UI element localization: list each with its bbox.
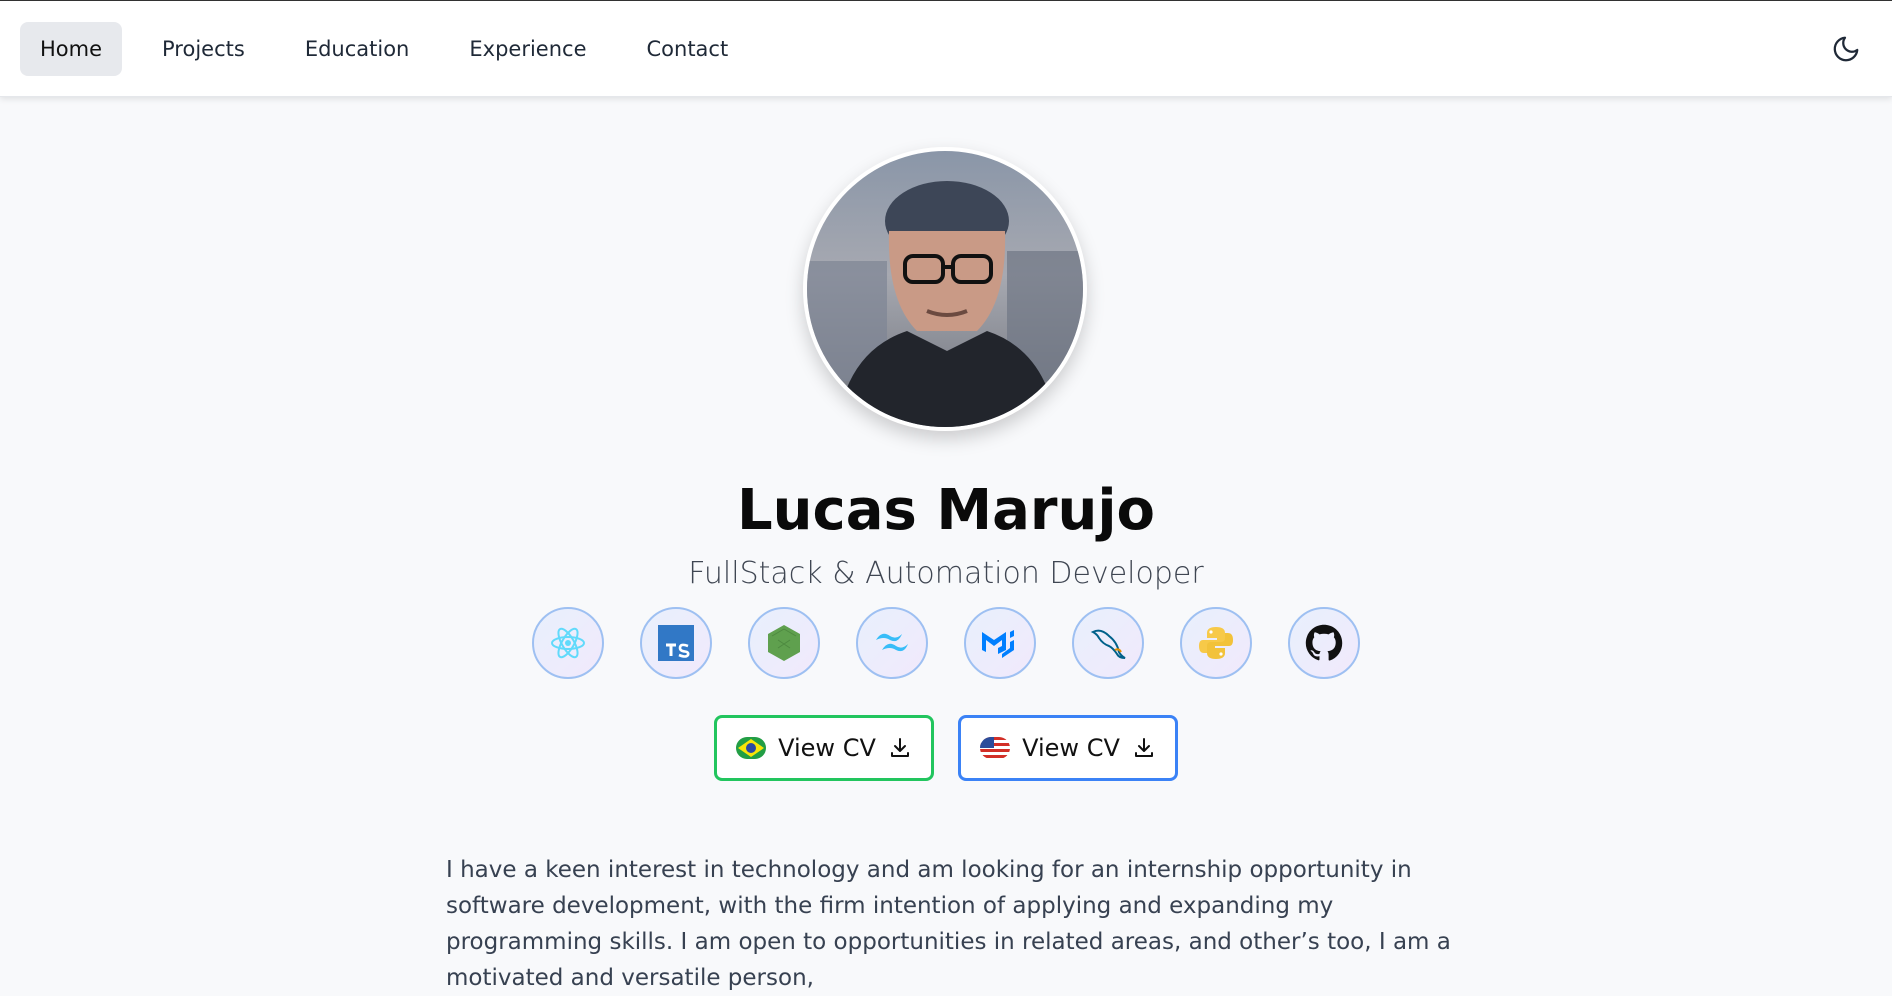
mysql-icon [1090,629,1126,659]
download-icon [890,738,909,757]
tech-github[interactable] [1288,607,1360,679]
tech-stack-list [532,607,1360,679]
nav-item-contact[interactable]: Contact [627,22,749,76]
usa-flag-icon [980,737,1011,759]
nav-menu: Home Projects Education Experience Conta… [20,22,762,76]
tech-material-ui[interactable] [964,607,1036,679]
nav-item-home[interactable]: Home [20,22,123,76]
tech-typescript[interactable] [640,607,712,679]
profile-subtitle: FullStack & Automation Developer [688,556,1204,591]
profile-name: Lucas Marujo [736,478,1156,543]
nodejs-icon [768,625,800,661]
download-icon [1134,738,1153,757]
material-ui-icon [982,630,1014,658]
nav-item-experience[interactable]: Experience [449,22,606,76]
react-icon [551,627,585,659]
avatar [807,151,1083,427]
profile-photo [807,151,1083,427]
view-cv-portuguese-button[interactable]: View CV [714,715,934,781]
tailwind-icon [876,633,908,652]
about-text: I have a keen interest in technology and… [446,857,1451,991]
tech-react[interactable] [532,607,604,679]
typescript-icon [658,625,694,661]
github-icon [1305,624,1343,661]
tech-mysql[interactable] [1072,607,1144,679]
brazil-flag-icon [736,737,767,759]
tech-tailwind[interactable] [856,607,928,679]
view-cv-label: View CV [778,734,876,762]
tech-python[interactable] [1180,607,1252,679]
python-icon [1199,627,1233,659]
tech-nodejs[interactable] [748,607,820,679]
nav-item-projects[interactable]: Projects [142,22,265,76]
theme-toggle-button[interactable] [1826,29,1866,69]
top-navbar: Home Projects Education Experience Conta… [0,1,1892,97]
nav-item-education[interactable]: Education [285,22,430,76]
view-cv-english-button[interactable]: View CV [958,715,1178,781]
view-cv-label: View CV [1022,734,1120,762]
moon-icon [1833,36,1859,62]
avatar-frame [803,147,1087,431]
